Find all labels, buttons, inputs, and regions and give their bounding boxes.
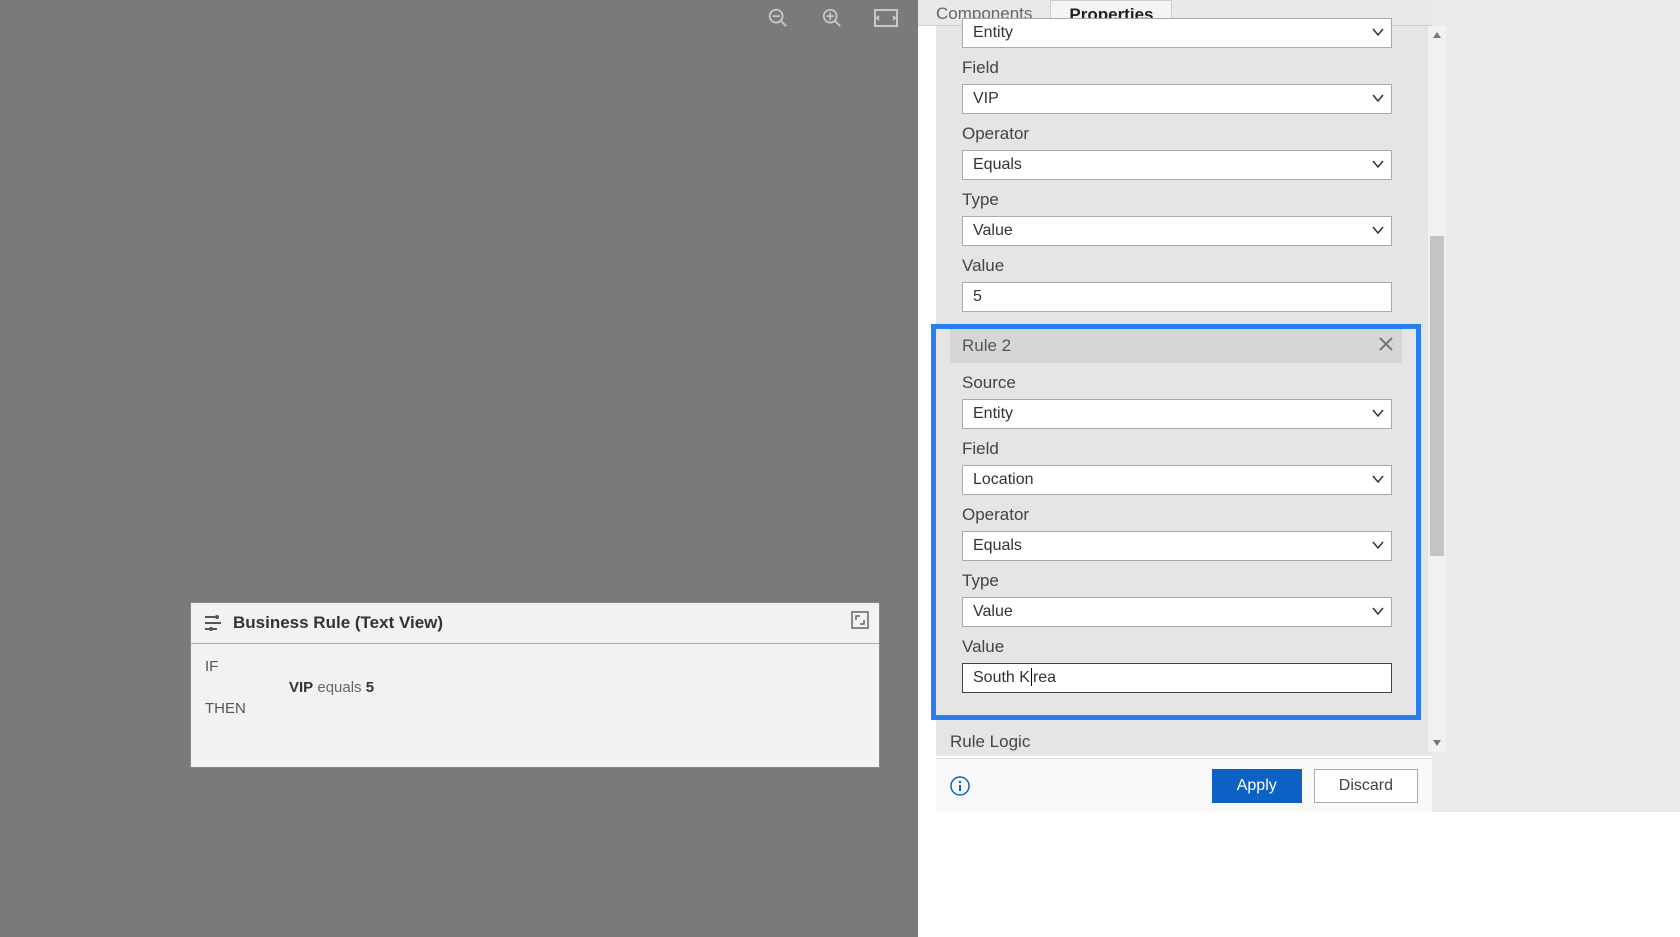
rule2-type-select[interactable]: Value	[962, 597, 1392, 627]
apply-button[interactable]: Apply	[1212, 769, 1302, 803]
rule1-operator-label: Operator	[962, 124, 1416, 144]
rule-logic-label: Rule Logic	[950, 732, 1416, 752]
rule2-source-select[interactable]: Entity	[962, 399, 1392, 429]
rule2-operator-select[interactable]: Equals	[962, 531, 1392, 561]
fit-screen-icon[interactable]	[874, 6, 898, 30]
rule1-value-label: Value	[962, 256, 1416, 276]
rule2-type-label: Type	[962, 571, 1416, 591]
rule2-field-value: Location	[973, 471, 1034, 489]
rule1-field-value: VIP	[973, 90, 999, 108]
rule1-type-value: Value	[973, 222, 1013, 240]
text-view-panel: Business Rule (Text View) IF VIP equals …	[190, 602, 880, 768]
rule2-source-value: Entity	[973, 405, 1013, 423]
cond-value: 5	[366, 679, 374, 696]
properties-footer: Apply Discard	[936, 758, 1432, 812]
cond-field: VIP	[289, 679, 313, 696]
text-view-if: IF	[205, 658, 865, 675]
rule1-source-select[interactable]: Entity	[962, 18, 1392, 48]
chevron-down-icon	[1371, 471, 1385, 489]
canvas-area[interactable]: Business Rule (Text View) IF VIP equals …	[0, 0, 918, 937]
close-icon[interactable]	[1378, 335, 1394, 358]
rule1-field-label: Field	[962, 58, 1416, 78]
chevron-down-icon	[1371, 156, 1385, 174]
business-rule-icon	[203, 614, 223, 632]
rule2-operator-value: Equals	[973, 537, 1022, 555]
rule1-type-select[interactable]: Value	[962, 216, 1392, 246]
rule2-type-value: Value	[973, 603, 1013, 621]
text-view-body: IF VIP equals 5 THEN	[191, 644, 879, 767]
text-cursor	[1031, 668, 1032, 686]
scrollbar-down-icon[interactable]	[1428, 734, 1446, 752]
expand-icon[interactable]	[849, 609, 871, 631]
zoom-out-icon[interactable]	[766, 6, 790, 30]
rule1-source-value: Entity	[973, 24, 1013, 42]
scrollbar-thumb[interactable]	[1430, 236, 1444, 556]
rule1-field-select[interactable]: VIP	[962, 84, 1392, 114]
zoom-in-icon[interactable]	[820, 6, 844, 30]
rule2-field-select[interactable]: Location	[962, 465, 1392, 495]
canvas-toolbar	[766, 6, 898, 30]
rule2-value-label: Value	[962, 637, 1416, 657]
panel-gutter	[1432, 0, 1680, 812]
rule1-operator-value: Equals	[973, 156, 1022, 174]
text-view-header: Business Rule (Text View)	[191, 603, 879, 644]
scroll-area: Entity Field VIP Operator Equals Type	[936, 16, 1416, 788]
rule-2-header: Rule 2	[950, 329, 1402, 363]
scrollbar[interactable]	[1428, 26, 1446, 752]
rule2-field-label: Field	[962, 439, 1416, 459]
rule1-operator-select[interactable]: Equals	[962, 150, 1392, 180]
chevron-down-icon	[1371, 537, 1385, 555]
rule2-operator-label: Operator	[962, 505, 1416, 525]
rule-2-box: Rule 2 Source Entity Field Location	[931, 324, 1421, 720]
chevron-down-icon	[1371, 603, 1385, 621]
text-view-title: Business Rule (Text View)	[233, 613, 443, 633]
chevron-down-icon	[1371, 24, 1385, 42]
rule2-source-label: Source	[962, 373, 1416, 393]
rule1-value-input[interactable]: 5	[962, 282, 1392, 312]
info-icon[interactable]	[950, 776, 970, 796]
text-view-then: THEN	[205, 700, 865, 717]
chevron-down-icon	[1371, 222, 1385, 240]
rule-2-title: Rule 2	[962, 336, 1011, 356]
chevron-down-icon	[1371, 405, 1385, 423]
rule2-value-input[interactable]: South Krea	[962, 663, 1392, 693]
text-view-condition: VIP equals 5	[289, 679, 865, 696]
discard-button[interactable]: Discard	[1314, 769, 1418, 803]
cond-operator: equals	[317, 679, 361, 696]
properties-content: Entity Field VIP Operator Equals Type	[936, 26, 1432, 756]
properties-panel: Components Properties Entity Field VIP O…	[918, 0, 1680, 937]
rule1-type-label: Type	[962, 190, 1416, 210]
scrollbar-up-icon[interactable]	[1428, 26, 1446, 44]
chevron-down-icon	[1371, 90, 1385, 108]
